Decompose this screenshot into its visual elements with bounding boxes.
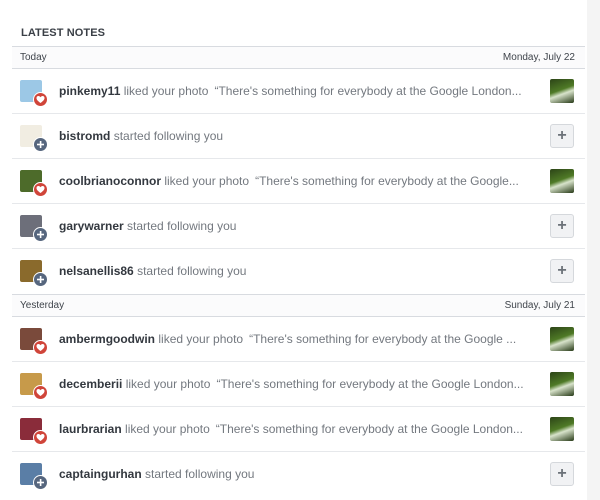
note-row[interactable]: coolbrianoconnor liked your photo “There'…: [12, 159, 585, 204]
notes-header: LATEST NOTES: [0, 0, 600, 46]
follow-plus-icon: [33, 227, 48, 242]
avatar[interactable]: [20, 170, 48, 197]
username-link[interactable]: ambermgoodwin: [59, 332, 155, 346]
heart-icon: [33, 385, 48, 400]
photo-caption[interactable]: “There's something for everybody at the …: [214, 84, 521, 98]
photo-thumbnail[interactable]: [550, 79, 574, 103]
heart-icon: [33, 92, 48, 107]
note-action: started following you: [145, 467, 255, 481]
section-label: Today: [20, 52, 47, 63]
photo-caption[interactable]: “There's something for everybody at the …: [255, 174, 519, 188]
note-text: nelsanellis86 started following you: [59, 249, 529, 293]
section-header: Yesterday Sunday, July 21: [12, 294, 585, 317]
note-action: liked your photo: [123, 84, 209, 98]
follow-back-button[interactable]: +: [550, 259, 574, 283]
note-row[interactable]: bistromd started following you +: [12, 114, 585, 159]
note-row[interactable]: ambermgoodwin liked your photo “There's s…: [12, 317, 585, 362]
note-text: ambermgoodwin liked your photo “There's s…: [59, 317, 529, 361]
section-date: Monday, July 22: [502, 52, 575, 63]
photo-caption[interactable]: “There's something for everybody at the …: [216, 377, 523, 391]
username-link[interactable]: bistromd: [59, 129, 110, 143]
avatar[interactable]: [20, 463, 48, 490]
username-link[interactable]: laurbrarian: [59, 422, 122, 436]
section-header: Today Monday, July 22: [12, 46, 585, 69]
follow-plus-icon: [33, 272, 48, 287]
follow-back-button[interactable]: +: [550, 462, 574, 486]
follow-plus-icon: [33, 137, 48, 152]
photo-thumbnail[interactable]: [550, 169, 574, 193]
note-action: started following you: [113, 129, 224, 143]
avatar[interactable]: [20, 260, 48, 287]
note-text: garywarner started following you: [59, 204, 529, 248]
note-action: liked your photo: [125, 377, 211, 391]
note-row[interactable]: garywarner started following you +: [12, 204, 585, 249]
note-action: started following you: [127, 219, 237, 233]
photo-thumbnail[interactable]: [550, 417, 574, 441]
note-row[interactable]: captaingurhan started following you +: [12, 452, 585, 497]
note-action: liked your photo: [164, 174, 250, 188]
avatar[interactable]: [20, 373, 48, 400]
note-text: bistromd started following you: [59, 114, 529, 158]
heart-icon: [33, 182, 48, 197]
username-link[interactable]: garywarner: [59, 219, 124, 233]
photo-caption[interactable]: “There's something for everybody at the …: [249, 332, 516, 346]
username-link[interactable]: coolbrianoconnor: [59, 174, 161, 188]
page-title: LATEST NOTES: [21, 27, 106, 39]
note-row[interactable]: laurbrarian liked your photo “There's som…: [12, 407, 585, 452]
section-label: Yesterday: [20, 300, 65, 311]
photo-caption[interactable]: “There's something for everybody at the …: [216, 422, 523, 436]
note-action: liked your photo: [158, 332, 244, 346]
note-text: captaingurhan started following you: [59, 452, 529, 496]
note-row[interactable]: nelsanellis86 started following you +: [12, 249, 585, 294]
username-link[interactable]: decemberii: [59, 377, 122, 391]
username-link[interactable]: nelsanellis86: [59, 264, 134, 278]
note-text: coolbrianoconnor liked your photo “There'…: [59, 159, 529, 203]
avatar[interactable]: [20, 125, 48, 152]
heart-icon: [33, 430, 48, 445]
note-action: liked your photo: [125, 422, 210, 436]
username-link[interactable]: captaingurhan: [59, 467, 142, 481]
follow-plus-icon: [33, 475, 48, 490]
username-link[interactable]: pinkemy11: [59, 84, 120, 98]
scrollbar[interactable]: [587, 0, 600, 500]
photo-thumbnail[interactable]: [550, 327, 574, 351]
note-text: laurbrarian liked your photo “There's som…: [59, 407, 529, 451]
section-date: Sunday, July 21: [504, 300, 575, 311]
follow-back-button[interactable]: +: [550, 214, 574, 238]
note-text: pinkemy11 liked your photo “There's somet…: [59, 69, 529, 113]
note-row[interactable]: pinkemy11 liked your photo “There's somet…: [12, 69, 585, 114]
photo-thumbnail[interactable]: [550, 372, 574, 396]
note-action: started following you: [137, 264, 247, 278]
follow-back-button[interactable]: +: [550, 124, 574, 148]
avatar[interactable]: [20, 215, 48, 242]
heart-icon: [33, 340, 48, 355]
note-row[interactable]: decemberii liked your photo “There's some…: [12, 362, 585, 407]
note-text: decemberii liked your photo “There's some…: [59, 362, 529, 406]
avatar[interactable]: [20, 328, 48, 355]
avatar[interactable]: [20, 80, 48, 107]
avatar[interactable]: [20, 418, 48, 445]
notes-list: Today Monday, July 22 pinkemy11 liked your…: [12, 46, 585, 497]
